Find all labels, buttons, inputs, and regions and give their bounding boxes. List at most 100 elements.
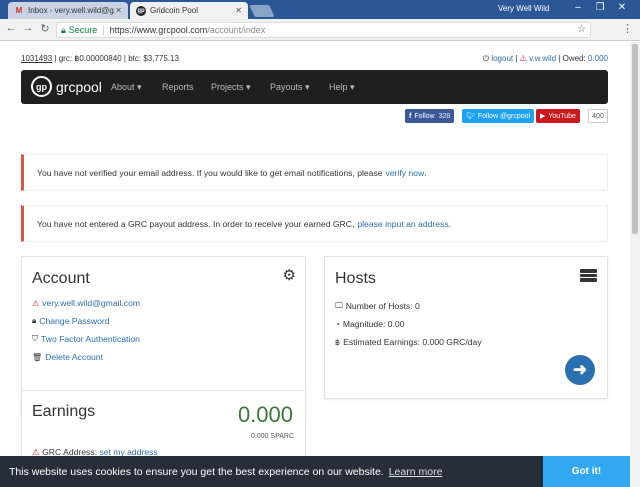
close-icon[interactable]: ✕ [115,6,122,15]
earnings-value: 0.000 [237,402,293,427]
forward-icon[interactable]: → [21,22,35,34]
youtube-label: YouTube [548,112,576,120]
nav-about[interactable]: About ▾ [111,82,142,93]
earnings-row: ฿ Estimated Earnings: 0.000 GRC/day [335,337,482,347]
back-icon[interactable]: ← [4,22,18,34]
facebook-icon: f [409,112,412,120]
lock-icon: 🔒︎ [61,24,66,35]
facebook-follow-button[interactable]: f Follow 328 [405,109,455,123]
nav-payouts[interactable]: Payouts ▾ [270,82,310,93]
browser-menu-icon[interactable]: ⋮ [622,22,633,35]
youtube-count: 400 [588,109,608,123]
warning-icon: ⚠ [519,54,527,63]
cookie-banner: This website uses cookies to ensure you … [0,456,630,487]
magnitude-row: ◔ Magnitude: 0.00 [335,319,404,329]
twitter-follow-label: Follow @grcpool [477,112,531,120]
user-status: ⏻ logout | ⚠ v.w.wild | Owed: 0.000 [482,54,608,63]
status-line: 1031493 | grc: ฿0.00000840 | btc: $3,775… [21,54,179,63]
tab-title: Gridcoin Pool [150,6,199,15]
new-tab-button[interactable] [249,5,275,17]
gear-icon[interactable]: ⚙ [283,266,296,284]
power-icon: ⏻ [482,54,490,63]
facebook-count: 328 [438,112,451,120]
close-icon[interactable]: ✕ [235,6,242,15]
alert-punct: . [424,167,427,178]
url-input[interactable]: 🔒︎ Secure | https://www.grcpool.com/acco… [56,22,591,38]
minimize-icon[interactable]: – [570,2,586,13]
alert-punct: . [448,218,452,229]
brand-name: grcpool [56,78,102,95]
scrollbar-thumb[interactable] [632,44,638,234]
block-number[interactable]: 1031493 [21,54,52,63]
server-icon [580,269,597,282]
alert-text: You have not entered a GRC payout addres… [37,218,355,229]
tab-gmail[interactable]: M Inbox - very.well.wild@g... ✕ [8,2,128,19]
account-title: Account [32,270,90,287]
bookmark-star-icon[interactable]: ☆ [577,24,586,35]
email-verify-alert: You have not verified your email address… [21,154,608,191]
magnitude: Magnitude: 0.00 [342,319,405,329]
two-factor-link[interactable]: Two Factor Authentication [41,334,140,344]
change-password-link[interactable]: Change Password [39,316,109,326]
cookie-text: This website uses cookies to ensure you … [9,465,384,478]
secure-label: Secure [68,25,98,35]
youtube-icon: ▶ [540,113,546,120]
twitter-follow-button[interactable]: 🐦︎ Follow @grcpool [462,109,535,123]
verify-now-link[interactable]: verify now [386,168,425,178]
monitor-icon: 🖵︎ [335,301,343,310]
email-link[interactable]: very.well.wild@gmail.com [42,298,140,308]
two-factor-row: ⛉ Two Factor Authentication [32,334,140,344]
address-bar: ← → ↻ 🔒︎ Secure | https://www.grcpool.co… [0,19,640,41]
got-it-button[interactable]: Got it! [543,456,630,487]
input-address-link[interactable]: please input an address [357,219,448,229]
bitcoin-icon: ฿ [335,337,341,347]
page-scrollbar[interactable] [630,42,640,487]
delete-account-link[interactable]: Delete Account [45,352,103,362]
restore-icon[interactable]: ❐ [592,2,608,13]
gmail-icon: M [15,6,23,15]
hosts-card: Hosts 🖵︎ Number of Hosts: 0 ◔ Magnitude:… [324,256,608,399]
url-base: https://www.grcpool.com [109,25,208,35]
btc-value: $3,775.13 [143,54,179,63]
grc-value: 0.00000840 [79,54,122,63]
lock-icon: 🔒︎ [32,316,37,325]
owed-value[interactable]: 0.000 [588,54,608,63]
main-navbar: gp grcpool About ▾ Reports Projects ▾ Pa… [21,70,608,104]
brand-logo[interactable]: gp grcpool [31,76,102,97]
nav-reports[interactable]: Reports [162,82,194,92]
nav-help[interactable]: Help ▾ [329,82,355,93]
grc-label: grc: [58,54,73,63]
change-password-row: 🔒︎ Change Password [32,316,110,326]
num-hosts: Number of Hosts: 0 [345,301,420,311]
grcpool-logo-icon: gp [31,76,52,97]
btc-label: btc: [128,54,142,63]
shield-icon: ⛉ [32,334,38,343]
num-hosts-row: 🖵︎ Number of Hosts: 0 [335,301,420,311]
page-content: 1031493 | grc: ฿0.00000840 | btc: $3,775… [0,42,630,487]
browser-titlebar: M Inbox - very.well.wild@g... ✕ gp Gridc… [0,0,640,19]
alert-text: You have not verified your email address… [37,167,383,178]
tab-gridcoin-pool[interactable]: gp Gridcoin Pool ✕ [130,2,248,19]
reload-icon[interactable]: ↻ [38,22,52,35]
learn-more-link[interactable]: Learn more [389,466,443,478]
facebook-follow-label: Follow [414,112,435,120]
nav-projects[interactable]: Projects ▾ [211,82,251,93]
tab-title: Inbox - very.well.wild@g... [28,6,116,15]
username-link[interactable]: v.w.wild [529,54,556,63]
grcpool-favicon-icon: gp [136,5,146,16]
hosts-title: Hosts [335,270,376,287]
logout-link[interactable]: logout [491,54,513,63]
youtube-button[interactable]: ▶ YouTube [536,109,580,123]
trash-icon: 🗑︎ [32,352,43,362]
arrow-right-icon[interactable]: ➜ [565,355,595,385]
twitter-icon: 🐦︎ [466,113,475,120]
earnings-title: Earnings [32,403,96,420]
window-close-icon[interactable]: ✕ [614,2,630,13]
dashboard-icon: ◔ [335,319,340,329]
email-row: ⚠ very.well.wild@gmail.com [32,298,140,308]
owed-label: Owed: [562,54,586,63]
warning-icon: ⚠ [32,298,40,308]
window-user-name: Very Well Wild [498,4,550,13]
estimated-earnings: Estimated Earnings: 0.000 GRC/day [343,337,482,347]
payout-address-alert: You have not entered a GRC payout addres… [21,205,608,242]
